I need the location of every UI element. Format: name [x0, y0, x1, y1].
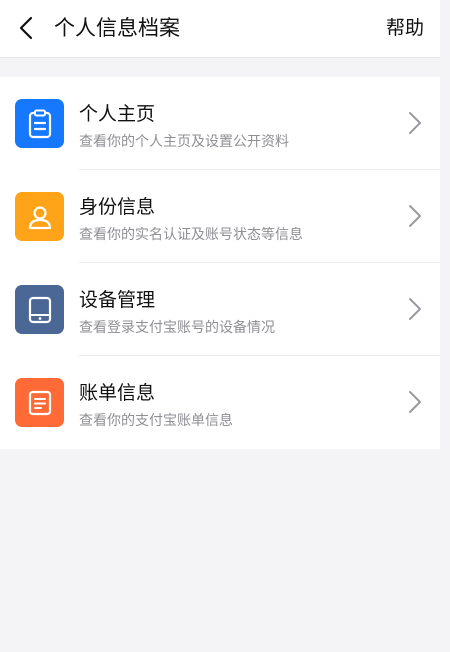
back-button[interactable] — [10, 12, 42, 44]
icon-badge — [15, 192, 64, 241]
menu-item-subtitle: 查看你的支付宝账单信息 — [79, 413, 233, 429]
menu-item-title: 账单信息 — [79, 382, 156, 404]
icon-badge — [15, 99, 64, 148]
chevron-right-icon — [409, 298, 421, 320]
page-title: 个人信息档案 — [54, 16, 180, 40]
menu-item-subtitle: 查看登录支付宝账号的设备情况 — [79, 320, 275, 336]
menu-item-bill-info[interactable]: 账单信息 查看你的支付宝账单信息 — [0, 356, 440, 449]
chevron-right-icon — [409, 205, 421, 227]
clipboard-icon — [28, 109, 51, 138]
icon-badge — [15, 285, 64, 334]
tablet-icon — [28, 296, 51, 323]
menu-item-title: 设备管理 — [79, 289, 156, 311]
menu-item-device-management[interactable]: 设备管理 查看登录支付宝账号的设备情况 — [0, 263, 440, 356]
icon-badge — [15, 378, 64, 427]
bill-icon — [28, 390, 51, 415]
chevron-right-icon — [409, 112, 421, 134]
chevron-left-icon — [19, 16, 33, 40]
help-button[interactable]: 帮助 — [386, 12, 424, 44]
menu-item-identity-info[interactable]: 身份信息 查看你的实名认证及账号状态等信息 — [0, 170, 440, 263]
menu-item-subtitle: 查看你的实名认证及账号状态等信息 — [79, 227, 303, 243]
right-edge-strip — [440, 0, 450, 652]
menu-item-subtitle: 查看你的个人主页及设置公开资料 — [79, 134, 289, 150]
menu-item-personal-homepage[interactable]: 个人主页 查看你的个人主页及设置公开资料 — [0, 77, 440, 170]
chevron-right-icon — [409, 391, 421, 413]
menu-list: 个人主页 查看你的个人主页及设置公开资料 身份信息 查看你的实名认证及账号状态等… — [0, 77, 440, 449]
header-bar: 个人信息档案 帮助 — [0, 0, 440, 58]
menu-item-title: 身份信息 — [79, 196, 156, 218]
menu-item-title: 个人主页 — [79, 103, 156, 125]
person-icon — [28, 205, 51, 229]
